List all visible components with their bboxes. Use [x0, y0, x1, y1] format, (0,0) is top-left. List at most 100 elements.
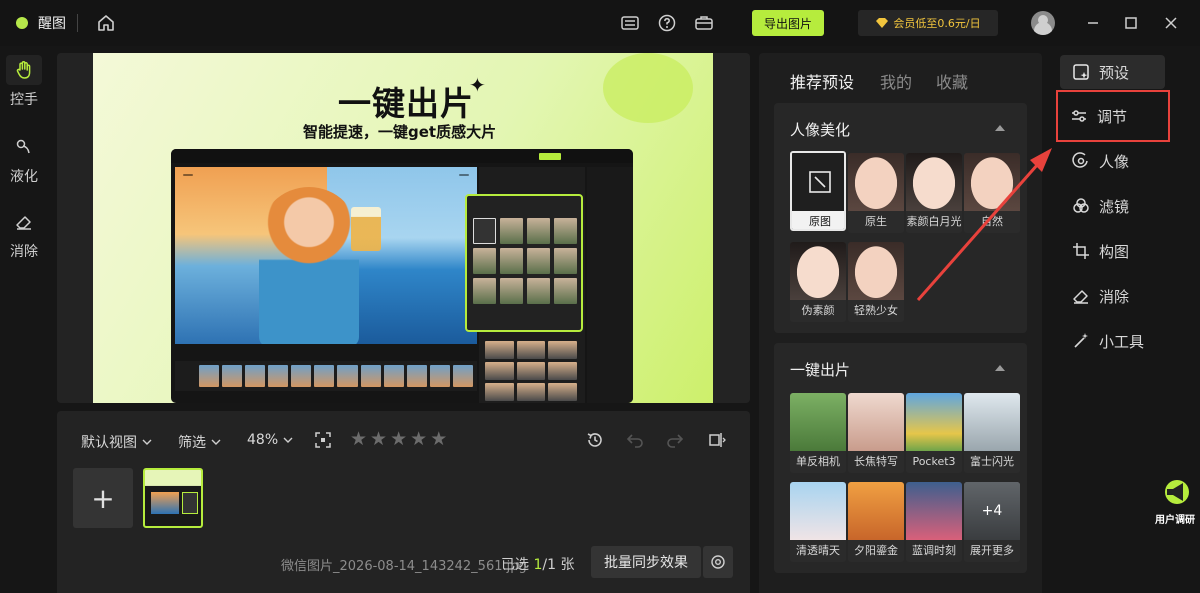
- help-icon[interactable]: [657, 13, 677, 33]
- add-image-button[interactable]: +: [73, 468, 133, 528]
- rail-portrait[interactable]: 人像: [1060, 144, 1165, 178]
- briefcase-icon[interactable]: [694, 13, 714, 33]
- poster-title: 一键出片: [338, 84, 474, 123]
- user-avatar[interactable]: [1031, 11, 1055, 35]
- preset-thumbnail: [848, 242, 904, 300]
- chevron-down-icon: [142, 439, 152, 445]
- presets-panel: 推荐预设 我的 收藏 人像美化 原图 原生 素颜白月光 自然 伪素颜 轻熟少女 …: [759, 53, 1042, 593]
- tab-recommended[interactable]: 推荐预设: [790, 69, 854, 93]
- canvas-panel[interactable]: 一键出片 ✦ 智能提速，一键get质感大片: [57, 53, 750, 403]
- home-icon[interactable]: [96, 13, 116, 33]
- preset-card[interactable]: 素颜白月光: [906, 153, 962, 233]
- preset-expand-more[interactable]: +4 展开更多: [964, 482, 1020, 562]
- minimize-icon[interactable]: [1084, 14, 1102, 32]
- preset-label: 原生: [848, 211, 904, 233]
- preset-label: 自然: [964, 211, 1020, 233]
- rating-stars[interactable]: ★ ★ ★ ★ ★: [350, 429, 447, 449]
- tab-favorites[interactable]: 收藏: [936, 69, 968, 93]
- star-icon[interactable]: ★: [370, 429, 387, 449]
- close-icon[interactable]: [1162, 14, 1180, 32]
- rail-label: 预设: [1099, 63, 1130, 82]
- filter-dropdown[interactable]: 筛选: [178, 432, 221, 452]
- zoom-dropdown[interactable]: 48%: [247, 432, 293, 448]
- mockup-popup: [465, 194, 583, 332]
- undo-icon[interactable]: [625, 430, 645, 450]
- file-name: 微信图片_2026-08-14_143242_561.jpg: [281, 559, 527, 574]
- sync-settings-icon[interactable]: [703, 546, 733, 578]
- vip-button[interactable]: 会员低至0.6元/日: [858, 10, 998, 36]
- rail-crop[interactable]: 构图: [1060, 234, 1165, 268]
- original-icon: [792, 153, 844, 211]
- preset-thumbnail: [848, 482, 904, 540]
- user-survey-label: 用户调研: [1155, 515, 1195, 526]
- export-image-button[interactable]: 导出图片: [752, 10, 824, 36]
- rail-filter[interactable]: 滤镜: [1060, 189, 1165, 223]
- redo-icon[interactable]: [665, 430, 685, 450]
- tool-eraser-label: 消除: [10, 244, 38, 260]
- preset-label: 长焦特写: [848, 451, 904, 473]
- rail-preset[interactable]: 预设: [1060, 55, 1165, 89]
- megaphone-icon: [1165, 480, 1189, 504]
- preset-label: 素颜白月光: [906, 211, 962, 233]
- title-bar: 醒图 导出图片 会员低至0.6元/日: [0, 0, 1200, 46]
- tool-hand[interactable]: 控手: [0, 55, 48, 109]
- preset-label: 清透晴天: [790, 540, 846, 562]
- star-icon[interactable]: ★: [430, 429, 447, 449]
- preset-card[interactable]: 夕阳鎏金: [848, 482, 904, 562]
- preset-card[interactable]: 富士闪光: [964, 393, 1020, 473]
- preset-original[interactable]: 原图: [790, 151, 846, 231]
- preset-label: 夕阳鎏金: [848, 540, 904, 562]
- section-one-click: 一键出片 单反相机 长焦特写 Pocket3 富士闪光 清透晴天 夕阳鎏金 蓝调…: [774, 343, 1027, 573]
- history-icon[interactable]: [585, 430, 605, 450]
- preset-card[interactable]: Pocket3: [906, 393, 962, 473]
- preset-thumbnail: [906, 393, 962, 451]
- image-thumbnail[interactable]: [143, 468, 203, 528]
- zoom-dropdown-label: 48%: [247, 432, 279, 448]
- preset-label: 富士闪光: [964, 451, 1020, 473]
- keyboard-icon[interactable]: [620, 13, 640, 33]
- preset-card[interactable]: 蓝调时刻: [906, 482, 962, 562]
- crop-icon: [1072, 242, 1090, 260]
- rail-label: 构图: [1099, 242, 1130, 261]
- preset-card[interactable]: 轻熟少女: [848, 242, 904, 322]
- mockup-photo: [175, 167, 477, 344]
- collapse-icon[interactable]: [995, 125, 1005, 131]
- mockup-export-button: [539, 153, 561, 160]
- preset-card[interactable]: 长焦特写: [848, 393, 904, 473]
- filter-icon: [1072, 197, 1090, 215]
- tool-liquify[interactable]: 液化: [0, 132, 48, 186]
- preset-card[interactable]: 单反相机: [790, 393, 846, 473]
- rail-erase[interactable]: 消除: [1060, 279, 1165, 313]
- star-icon[interactable]: ★: [350, 429, 367, 449]
- fit-screen-icon[interactable]: [313, 430, 333, 450]
- preset-label: 原图: [792, 211, 844, 229]
- preset-card[interactable]: 伪素颜: [790, 242, 846, 322]
- tab-mine[interactable]: 我的: [880, 69, 912, 93]
- preset-thumbnail: [790, 242, 846, 300]
- preset-thumbnail: [790, 393, 846, 451]
- batch-sync-button[interactable]: 批量同步效果: [591, 546, 701, 578]
- view-dropdown[interactable]: 默认视图: [81, 432, 152, 452]
- preset-card[interactable]: 清透晴天: [790, 482, 846, 562]
- eraser-icon: [6, 207, 42, 237]
- rail-tools[interactable]: 小工具: [1060, 324, 1165, 358]
- compare-icon[interactable]: [707, 430, 727, 450]
- rail-adjust[interactable]: 调节: [1056, 90, 1170, 142]
- preset-thumbnail: [906, 482, 962, 540]
- filter-dropdown-label: 筛选: [178, 435, 206, 451]
- preview-image: 一键出片 ✦ 智能提速，一键get质感大片: [93, 53, 713, 403]
- app-logo-icon: [16, 17, 28, 29]
- eraser-icon: [1072, 287, 1090, 305]
- decorative-blob: [603, 53, 693, 123]
- collapse-icon[interactable]: [995, 365, 1005, 371]
- star-icon[interactable]: ★: [390, 429, 407, 449]
- preset-card[interactable]: 原生: [848, 153, 904, 233]
- chevron-down-icon: [283, 437, 293, 443]
- maximize-icon[interactable]: [1122, 14, 1140, 32]
- preset-card[interactable]: 自然: [964, 153, 1020, 233]
- rail-label: 小工具: [1099, 332, 1145, 351]
- user-survey-button[interactable]: 用户调研: [1155, 478, 1200, 526]
- star-icon[interactable]: ★: [410, 429, 427, 449]
- poster-subtitle: 智能提速，一键get质感大片: [303, 123, 497, 141]
- tool-eraser[interactable]: 消除: [0, 207, 48, 261]
